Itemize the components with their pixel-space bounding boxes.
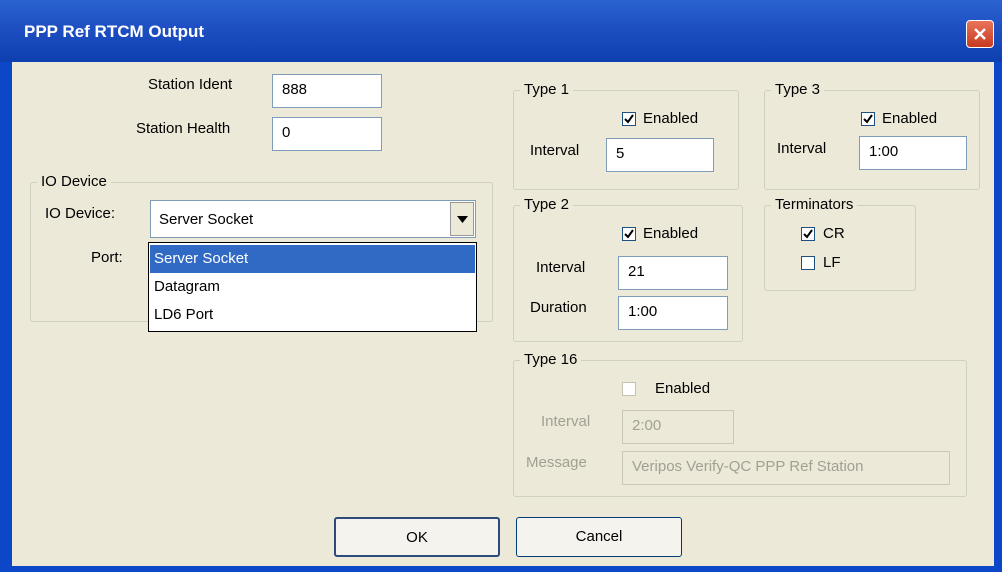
- type1-enabled-checkbox[interactable]: [622, 112, 636, 126]
- terminators-group-title: Terminators: [771, 196, 858, 213]
- io-device-label: IO Device:: [45, 205, 116, 222]
- chevron-down-icon: [457, 216, 468, 223]
- close-icon: [974, 28, 986, 40]
- type16-enabled-label: Enabled: [655, 380, 711, 397]
- type16-enabled-checkbox[interactable]: [622, 382, 636, 396]
- type3-enabled-checkbox[interactable]: [861, 112, 875, 126]
- dialog-client-area: Station Ident 888 Station Health 0 IO De…: [12, 62, 994, 566]
- window-frame-left: [0, 62, 12, 572]
- io-device-dropdown-list: Server Socket Datagram LD6 Port: [148, 242, 477, 332]
- type2-group-title: Type 2: [520, 196, 574, 213]
- checkmark-icon: [863, 114, 873, 124]
- type16-group: Type 16 Enabled Interval 2:00 Message Ve…: [513, 351, 967, 497]
- title-bar[interactable]: PPP Ref RTCM Output: [0, 0, 1002, 62]
- io-device-dropdown-button[interactable]: [450, 202, 474, 236]
- type16-message-label: Message: [526, 454, 587, 471]
- io-device-group-title: IO Device: [37, 173, 111, 190]
- lf-checkbox[interactable]: [801, 256, 815, 270]
- cancel-button[interactable]: Cancel: [516, 517, 682, 557]
- type16-group-title: Type 16: [520, 351, 582, 368]
- terminators-group: Terminators CR LF: [764, 196, 916, 291]
- station-ident-field[interactable]: 888: [272, 74, 382, 108]
- dropdown-option-ld6-port[interactable]: LD6 Port: [150, 301, 475, 329]
- ok-button[interactable]: OK: [334, 517, 500, 557]
- window-frame-right: [994, 62, 1002, 572]
- checkmark-icon: [803, 229, 813, 239]
- window-frame-bottom: [0, 566, 1002, 572]
- checkmark-icon: [624, 114, 634, 124]
- station-health-field[interactable]: 0: [272, 117, 382, 151]
- checkmark-icon: [624, 229, 634, 239]
- type16-message-field[interactable]: Veripos Verify-QC PPP Ref Station: [622, 451, 950, 485]
- lf-label: LF: [823, 254, 841, 271]
- port-label: Port:: [91, 249, 123, 266]
- cr-checkbox[interactable]: [801, 227, 815, 241]
- cr-label: CR: [823, 225, 845, 242]
- io-device-select[interactable]: Server Socket: [150, 200, 476, 238]
- window-title: PPP Ref RTCM Output: [24, 22, 205, 41]
- dialog-window: PPP Ref RTCM Output Station Ident 888 St…: [0, 0, 1002, 572]
- type3-interval-label: Interval: [777, 140, 827, 157]
- type3-interval-field[interactable]: 1:00: [859, 136, 967, 170]
- type1-interval-field[interactable]: 5: [606, 138, 714, 172]
- type1-interval-label: Interval: [530, 142, 580, 159]
- type2-interval-label: Interval: [536, 259, 586, 276]
- dropdown-option-server-socket[interactable]: Server Socket: [150, 245, 475, 273]
- type3-group: Type 3 Enabled Interval 1:00: [764, 81, 980, 190]
- type2-group: Type 2 Enabled Interval 21 Duration 1:00: [513, 196, 743, 342]
- type16-interval-field[interactable]: 2:00: [622, 410, 734, 444]
- type2-enabled-checkbox[interactable]: [622, 227, 636, 241]
- type2-duration-field[interactable]: 1:00: [618, 296, 728, 330]
- type3-group-title: Type 3: [771, 81, 825, 98]
- type3-enabled-label: Enabled: [882, 110, 938, 127]
- type1-enabled-label: Enabled: [643, 110, 699, 127]
- dropdown-option-datagram[interactable]: Datagram: [150, 273, 475, 301]
- type16-interval-label: Interval: [541, 413, 591, 430]
- type2-duration-label: Duration: [530, 299, 587, 316]
- io-device-select-value: Server Socket: [159, 211, 254, 228]
- type1-group: Type 1 Enabled Interval 5: [513, 81, 739, 190]
- station-health-label: Station Health: [136, 120, 231, 137]
- type1-group-title: Type 1: [520, 81, 574, 98]
- type2-interval-field[interactable]: 21: [618, 256, 728, 290]
- close-button[interactable]: [966, 20, 994, 48]
- type2-enabled-label: Enabled: [643, 225, 699, 242]
- station-ident-label: Station Ident: [148, 76, 233, 93]
